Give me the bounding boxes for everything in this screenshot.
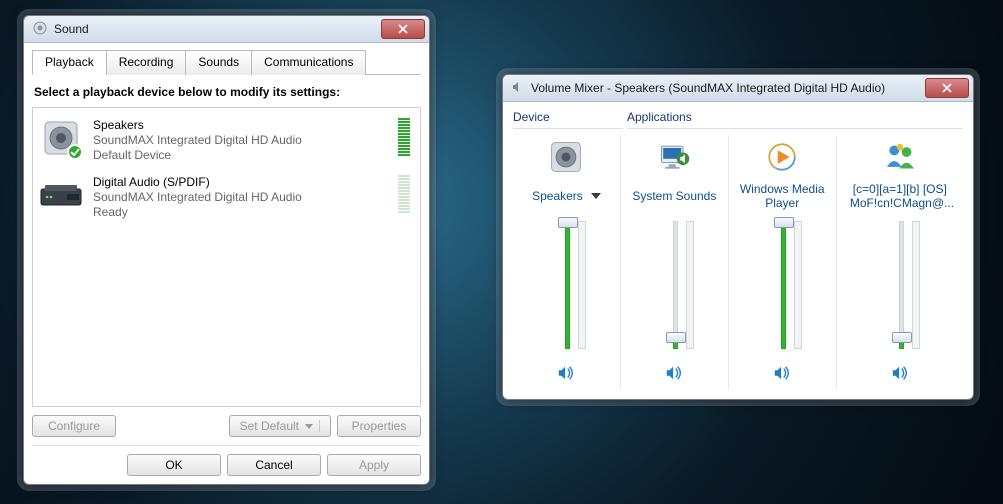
device-name: Digital Audio (S/PDIF) <box>93 175 388 190</box>
ok-button[interactable]: OK <box>127 454 221 476</box>
configure-button[interactable]: Configure <box>32 415 116 437</box>
tab-bar: Playback Recording Sounds Communications <box>32 49 421 75</box>
column-label[interactable]: Speakers <box>513 181 620 211</box>
device-item[interactable]: Speakers SoundMAX Integrated Digital HD … <box>35 112 418 169</box>
close-icon <box>398 24 408 34</box>
mute-button[interactable] <box>770 361 794 385</box>
device-status: Ready <box>93 205 388 220</box>
volume-slider[interactable] <box>556 217 576 353</box>
tab-recording[interactable]: Recording <box>106 50 187 75</box>
device-status: Default Device <box>93 148 388 163</box>
device-text: Digital Audio (S/PDIF) SoundMAX Integrat… <box>93 175 388 220</box>
speakers-icon[interactable] <box>513 137 620 177</box>
tab-playback[interactable]: Playback <box>32 50 107 75</box>
mixer-columns: Speakers System Sounds <box>513 135 963 389</box>
cancel-button[interactable]: Cancel <box>227 454 321 476</box>
properties-button[interactable]: Properties <box>337 415 421 437</box>
instruction-text: Select a playback device below to modify… <box>34 85 419 99</box>
level-meter <box>398 118 410 156</box>
speakers-icon <box>39 118 83 158</box>
set-default-button[interactable]: Set Default <box>229 415 331 437</box>
level-meter <box>398 175 410 213</box>
device-name: Speakers <box>93 118 388 133</box>
apply-button[interactable]: Apply <box>327 454 421 476</box>
mute-button[interactable] <box>888 361 912 385</box>
close-button[interactable] <box>381 19 425 39</box>
mixer-column-app: System Sounds <box>620 135 728 389</box>
mixer-column-app: [c=0][a=1][b] [OS] MoF!cn!CMagn@... <box>836 135 963 389</box>
column-label[interactable]: Windows Media Player <box>729 181 836 211</box>
window-title: Sound <box>54 22 381 36</box>
close-button[interactable] <box>925 78 969 98</box>
speaker-icon <box>665 364 683 382</box>
sound-icon <box>32 20 48 39</box>
volume-slider[interactable] <box>664 217 684 353</box>
sound-dialog: Sound Playback Recording Sounds Communic… <box>23 15 430 485</box>
applications-header: Applications <box>623 110 963 124</box>
speaker-icon <box>773 364 791 382</box>
volume-slider[interactable] <box>890 217 910 353</box>
window-title: Volume Mixer - Speakers (SoundMAX Integr… <box>531 81 925 95</box>
wmp-icon[interactable] <box>729 137 836 177</box>
column-label[interactable]: [c=0][a=1][b] [OS] MoF!cn!CMagn@... <box>837 181 963 211</box>
speaker-icon <box>557 364 575 382</box>
volume-icon <box>511 80 525 97</box>
device-text: Speakers SoundMAX Integrated Digital HD … <box>93 118 388 163</box>
spdif-icon <box>39 175 83 215</box>
tab-communications[interactable]: Communications <box>251 50 366 75</box>
volume-slider[interactable] <box>772 217 792 353</box>
device-desc: SoundMAX Integrated Digital HD Audio <box>93 190 388 205</box>
mixer-column-device: Speakers <box>513 135 620 389</box>
tab-sounds[interactable]: Sounds <box>185 50 252 75</box>
mute-button[interactable] <box>662 361 686 385</box>
device-list[interactable]: Speakers SoundMAX Integrated Digital HD … <box>32 107 421 407</box>
titlebar[interactable]: Sound <box>24 16 429 43</box>
chevron-down-icon <box>591 193 601 199</box>
chevron-down-icon <box>305 424 313 429</box>
device-item[interactable]: Digital Audio (S/PDIF) SoundMAX Integrat… <box>35 169 418 226</box>
device-desc: SoundMAX Integrated Digital HD Audio <box>93 133 388 148</box>
close-icon <box>942 83 952 93</box>
set-default-label: Set Default <box>240 419 299 433</box>
messenger-icon[interactable] <box>837 137 963 177</box>
system-sounds-icon[interactable] <box>621 137 728 177</box>
titlebar[interactable]: Volume Mixer - Speakers (SoundMAX Integr… <box>503 75 973 102</box>
column-label[interactable]: System Sounds <box>621 181 728 211</box>
volume-mixer-window: Volume Mixer - Speakers (SoundMAX Integr… <box>502 74 974 400</box>
mute-button[interactable] <box>554 361 578 385</box>
mixer-column-app: Windows Media Player <box>728 135 836 389</box>
speaker-icon <box>891 364 909 382</box>
device-header: Device <box>513 110 623 124</box>
